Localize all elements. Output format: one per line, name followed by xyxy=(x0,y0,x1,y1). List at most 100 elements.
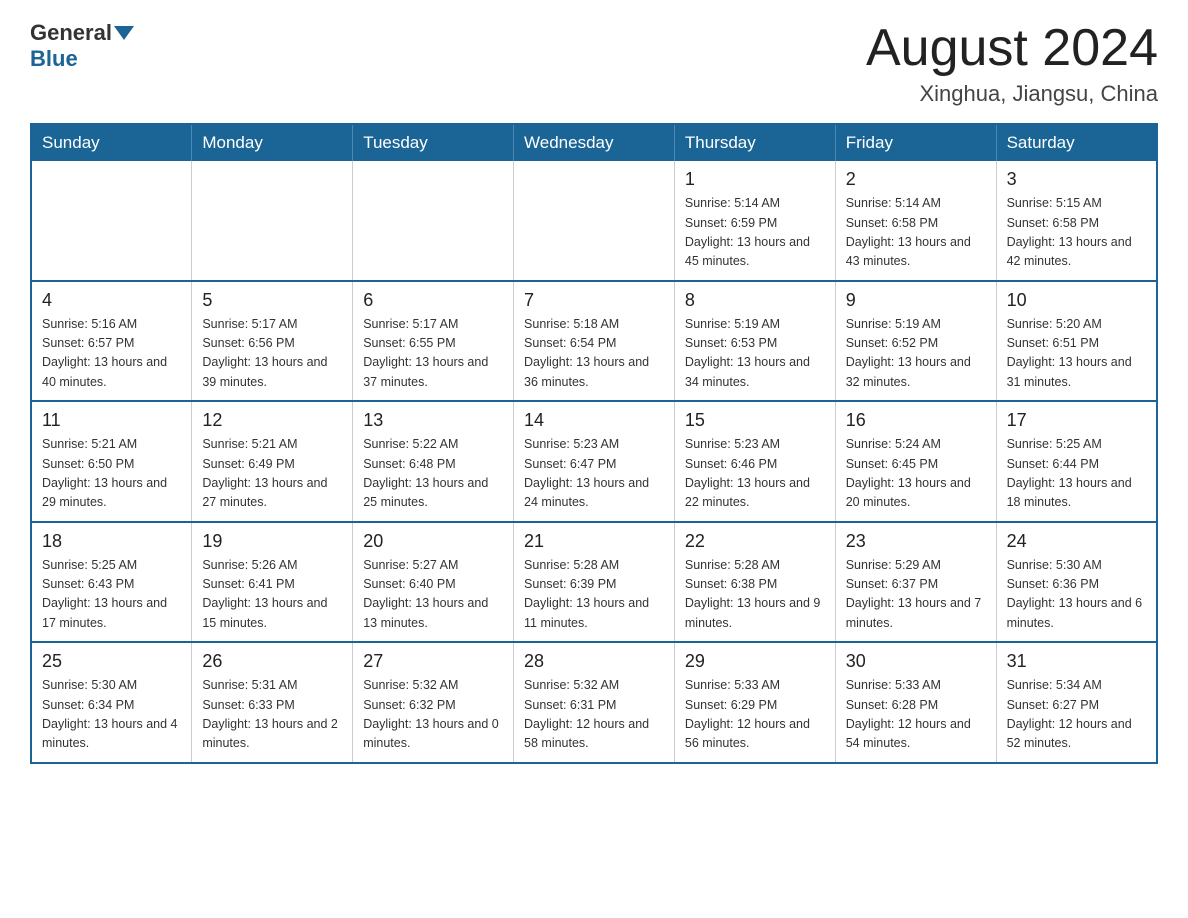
header-wednesday: Wednesday xyxy=(514,124,675,161)
calendar-cell: 11 Sunrise: 5:21 AMSunset: 6:50 PMDayligh… xyxy=(31,401,192,522)
day-info: Sunrise: 5:33 AMSunset: 6:29 PMDaylight:… xyxy=(685,676,825,754)
week-row-4: 18 Sunrise: 5:25 AMSunset: 6:43 PMDayligh… xyxy=(31,522,1157,643)
calendar-cell: 17Sunrise: 5:25 AMSunset: 6:44 PMDayligh… xyxy=(996,401,1157,522)
day-number: 7 xyxy=(524,290,664,311)
day-info: Sunrise: 5:32 AMSunset: 6:31 PMDaylight:… xyxy=(524,676,664,754)
day-info: Sunrise: 5:20 AMSunset: 6:51 PMDaylight:… xyxy=(1007,315,1146,393)
day-info: Sunrise: 5:22 AMSunset: 6:48 PMDaylight:… xyxy=(363,435,503,513)
day-number: 24 xyxy=(1007,531,1146,552)
calendar-cell: 9 Sunrise: 5:19 AMSunset: 6:52 PMDaylight… xyxy=(835,281,996,402)
day-info: Sunrise: 5:30 AMSunset: 6:34 PMDaylight:… xyxy=(42,676,181,754)
day-number: 14 xyxy=(524,410,664,431)
page-header: General Blue August 2024 Xinghua, Jiangs… xyxy=(30,20,1158,107)
week-row-1: 1 Sunrise: 5:14 AMSunset: 6:59 PMDaylight… xyxy=(31,161,1157,281)
day-info: Sunrise: 5:23 AMSunset: 6:47 PMDaylight:… xyxy=(524,435,664,513)
day-number: 19 xyxy=(202,531,342,552)
day-number: 6 xyxy=(363,290,503,311)
calendar-cell: 20Sunrise: 5:27 AMSunset: 6:40 PMDayligh… xyxy=(353,522,514,643)
day-info: Sunrise: 5:15 AMSunset: 6:58 PMDaylight:… xyxy=(1007,194,1146,272)
calendar-cell: 10 Sunrise: 5:20 AMSunset: 6:51 PMDayligh… xyxy=(996,281,1157,402)
header-monday: Monday xyxy=(192,124,353,161)
calendar-cell: 23Sunrise: 5:29 AMSunset: 6:37 PMDayligh… xyxy=(835,522,996,643)
month-title: August 2024 xyxy=(866,20,1158,77)
header-sunday: Sunday xyxy=(31,124,192,161)
calendar-cell xyxy=(31,161,192,281)
calendar-cell: 19Sunrise: 5:26 AMSunset: 6:41 PMDayligh… xyxy=(192,522,353,643)
day-info: Sunrise: 5:31 AMSunset: 6:33 PMDaylight:… xyxy=(202,676,342,754)
calendar-body: 1 Sunrise: 5:14 AMSunset: 6:59 PMDaylight… xyxy=(31,161,1157,763)
day-info: Sunrise: 5:27 AMSunset: 6:40 PMDaylight:… xyxy=(363,556,503,634)
day-number: 27 xyxy=(363,651,503,672)
calendar-cell: 5Sunrise: 5:17 AMSunset: 6:56 PMDaylight… xyxy=(192,281,353,402)
day-number: 12 xyxy=(202,410,342,431)
logo-arrow-icon xyxy=(114,26,134,40)
calendar-header: SundayMondayTuesdayWednesdayThursdayFrid… xyxy=(31,124,1157,161)
day-number: 22 xyxy=(685,531,825,552)
day-info: Sunrise: 5:25 AMSunset: 6:44 PMDaylight:… xyxy=(1007,435,1146,513)
calendar-cell: 15 Sunrise: 5:23 AMSunset: 6:46 PMDayligh… xyxy=(674,401,835,522)
day-info: Sunrise: 5:14 AMSunset: 6:58 PMDaylight:… xyxy=(846,194,986,272)
day-number: 10 xyxy=(1007,290,1146,311)
day-info: Sunrise: 5:28 AMSunset: 6:39 PMDaylight:… xyxy=(524,556,664,634)
calendar-cell: 18 Sunrise: 5:25 AMSunset: 6:43 PMDayligh… xyxy=(31,522,192,643)
calendar-cell: 16Sunrise: 5:24 AMSunset: 6:45 PMDayligh… xyxy=(835,401,996,522)
day-info: Sunrise: 5:33 AMSunset: 6:28 PMDaylight:… xyxy=(846,676,986,754)
day-number: 18 xyxy=(42,531,181,552)
header-row: SundayMondayTuesdayWednesdayThursdayFrid… xyxy=(31,124,1157,161)
logo-blue-text: Blue xyxy=(30,46,78,71)
header-thursday: Thursday xyxy=(674,124,835,161)
header-saturday: Saturday xyxy=(996,124,1157,161)
logo-general-text: General xyxy=(30,20,112,46)
day-info: Sunrise: 5:30 AMSunset: 6:36 PMDaylight:… xyxy=(1007,556,1146,634)
day-info: Sunrise: 5:21 AMSunset: 6:49 PMDaylight:… xyxy=(202,435,342,513)
day-number: 11 xyxy=(42,410,181,431)
day-info: Sunrise: 5:17 AMSunset: 6:56 PMDaylight:… xyxy=(202,315,342,393)
calendar-cell: 14 Sunrise: 5:23 AMSunset: 6:47 PMDayligh… xyxy=(514,401,675,522)
day-info: Sunrise: 5:32 AMSunset: 6:32 PMDaylight:… xyxy=(363,676,503,754)
day-info: Sunrise: 5:16 AMSunset: 6:57 PMDaylight:… xyxy=(42,315,181,393)
day-info: Sunrise: 5:19 AMSunset: 6:53 PMDaylight:… xyxy=(685,315,825,393)
calendar-cell: 8 Sunrise: 5:19 AMSunset: 6:53 PMDaylight… xyxy=(674,281,835,402)
title-area: August 2024 Xinghua, Jiangsu, China xyxy=(866,20,1158,107)
day-number: 8 xyxy=(685,290,825,311)
day-number: 9 xyxy=(846,290,986,311)
calendar-cell: 7Sunrise: 5:18 AMSunset: 6:54 PMDaylight… xyxy=(514,281,675,402)
day-info: Sunrise: 5:19 AMSunset: 6:52 PMDaylight:… xyxy=(846,315,986,393)
week-row-5: 25Sunrise: 5:30 AMSunset: 6:34 PMDayligh… xyxy=(31,642,1157,763)
day-info: Sunrise: 5:21 AMSunset: 6:50 PMDaylight:… xyxy=(42,435,181,513)
calendar-cell: 6 Sunrise: 5:17 AMSunset: 6:55 PMDaylight… xyxy=(353,281,514,402)
day-info: Sunrise: 5:23 AMSunset: 6:46 PMDaylight:… xyxy=(685,435,825,513)
calendar-cell: 26 Sunrise: 5:31 AMSunset: 6:33 PMDayligh… xyxy=(192,642,353,763)
week-row-3: 11 Sunrise: 5:21 AMSunset: 6:50 PMDayligh… xyxy=(31,401,1157,522)
day-info: Sunrise: 5:24 AMSunset: 6:45 PMDaylight:… xyxy=(846,435,986,513)
calendar-cell: 31Sunrise: 5:34 AMSunset: 6:27 PMDayligh… xyxy=(996,642,1157,763)
day-number: 21 xyxy=(524,531,664,552)
day-info: Sunrise: 5:17 AMSunset: 6:55 PMDaylight:… xyxy=(363,315,503,393)
day-number: 3 xyxy=(1007,169,1146,190)
calendar-cell: 24 Sunrise: 5:30 AMSunset: 6:36 PMDayligh… xyxy=(996,522,1157,643)
calendar-cell: 21 Sunrise: 5:28 AMSunset: 6:39 PMDayligh… xyxy=(514,522,675,643)
calendar-cell: 2 Sunrise: 5:14 AMSunset: 6:58 PMDaylight… xyxy=(835,161,996,281)
week-row-2: 4 Sunrise: 5:16 AMSunset: 6:57 PMDaylight… xyxy=(31,281,1157,402)
location: Xinghua, Jiangsu, China xyxy=(866,81,1158,107)
day-info: Sunrise: 5:25 AMSunset: 6:43 PMDaylight:… xyxy=(42,556,181,634)
day-number: 15 xyxy=(685,410,825,431)
calendar-cell: 28 Sunrise: 5:32 AMSunset: 6:31 PMDayligh… xyxy=(514,642,675,763)
logo: General Blue xyxy=(30,20,136,72)
day-number: 2 xyxy=(846,169,986,190)
day-info: Sunrise: 5:14 AMSunset: 6:59 PMDaylight:… xyxy=(685,194,825,272)
day-number: 23 xyxy=(846,531,986,552)
day-number: 26 xyxy=(202,651,342,672)
calendar-cell: 29 Sunrise: 5:33 AMSunset: 6:29 PMDayligh… xyxy=(674,642,835,763)
calendar-cell: 12 Sunrise: 5:21 AMSunset: 6:49 PMDayligh… xyxy=(192,401,353,522)
calendar-cell: 4 Sunrise: 5:16 AMSunset: 6:57 PMDaylight… xyxy=(31,281,192,402)
day-number: 29 xyxy=(685,651,825,672)
calendar-cell xyxy=(353,161,514,281)
calendar-cell xyxy=(192,161,353,281)
day-info: Sunrise: 5:28 AMSunset: 6:38 PMDaylight:… xyxy=(685,556,825,634)
day-number: 28 xyxy=(524,651,664,672)
calendar-cell: 25Sunrise: 5:30 AMSunset: 6:34 PMDayligh… xyxy=(31,642,192,763)
day-number: 1 xyxy=(685,169,825,190)
day-info: Sunrise: 5:34 AMSunset: 6:27 PMDaylight:… xyxy=(1007,676,1146,754)
day-number: 4 xyxy=(42,290,181,311)
